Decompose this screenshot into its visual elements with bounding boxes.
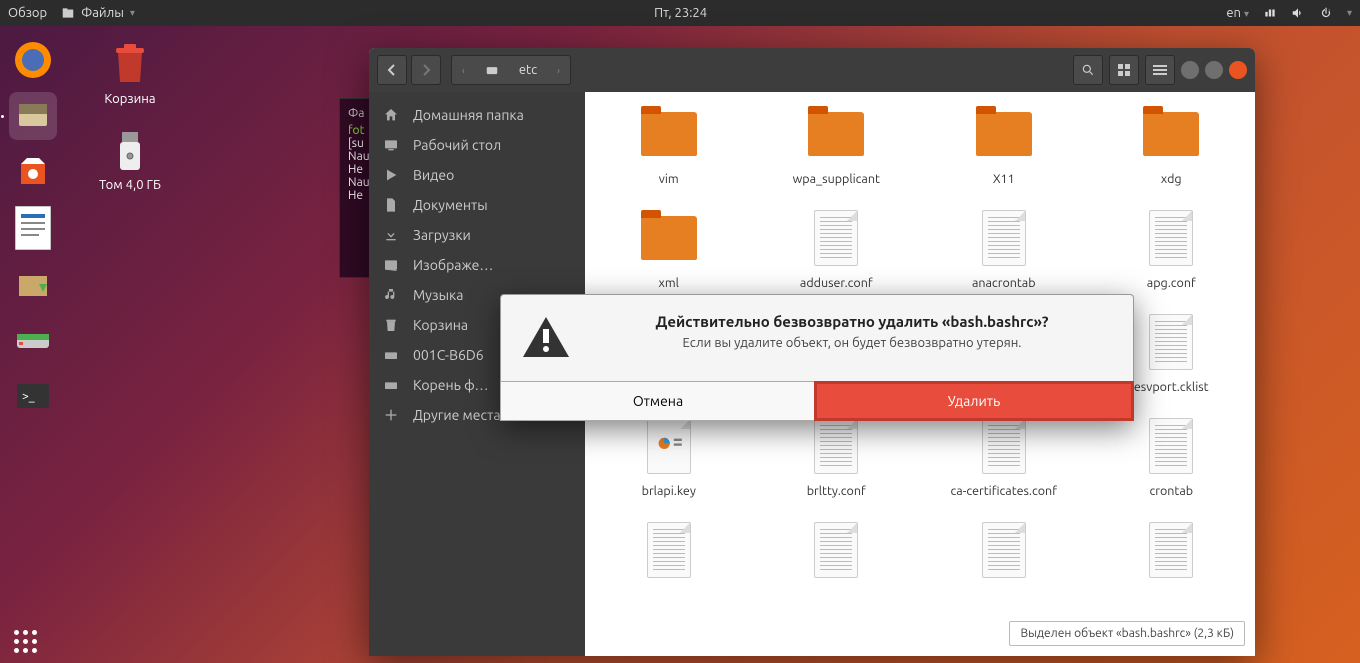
file-label: vim bbox=[605, 172, 733, 186]
file-item[interactable]: X11 bbox=[940, 102, 1068, 186]
root-icon bbox=[383, 377, 399, 393]
home-icon bbox=[383, 107, 399, 123]
sidebar-item-label: Домашняя папка bbox=[413, 107, 524, 123]
music-icon bbox=[383, 287, 399, 303]
sidebar-item-label: Рабочий стол bbox=[413, 137, 501, 153]
file-item[interactable] bbox=[605, 518, 733, 588]
cancel-button[interactable]: Отмена bbox=[500, 381, 816, 421]
status-bar: Выделен объект «bash.bashrc» (2,3 кБ) bbox=[1009, 621, 1245, 646]
trash-icon bbox=[383, 317, 399, 333]
back-button[interactable] bbox=[377, 55, 407, 85]
delete-confirm-dialog: Действительно безвозвратно удалить «bash… bbox=[500, 294, 1134, 421]
file-label: wpa_supplicant bbox=[773, 172, 901, 186]
sidebar-item-label: 001C-B6D6 bbox=[413, 347, 484, 363]
file-label: adduser.conf bbox=[773, 276, 901, 290]
sidebar-item-label: Загрузки bbox=[413, 227, 471, 243]
forward-button[interactable] bbox=[411, 55, 441, 85]
sidebar-item-label: Музыка bbox=[413, 287, 463, 303]
file-item[interactable]: anacrontab bbox=[940, 206, 1068, 290]
drive-icon bbox=[383, 347, 399, 363]
headerbar: ‹ etc › bbox=[369, 48, 1255, 92]
sidebar-item-label: Корень ф… bbox=[413, 377, 489, 393]
close-button[interactable] bbox=[1229, 61, 1247, 79]
warning-icon bbox=[521, 313, 571, 363]
desktop-icon bbox=[383, 137, 399, 153]
sidebar-item-label: Видео bbox=[413, 167, 454, 183]
input-language[interactable]: en ▾ bbox=[1226, 6, 1249, 20]
launcher-files[interactable] bbox=[9, 92, 57, 140]
sidebar-item-desktop[interactable]: Рабочий стол bbox=[369, 130, 585, 160]
file-label: X11 bbox=[940, 172, 1068, 186]
dialog-message: Если вы удалите объект, он будет безвозв… bbox=[591, 336, 1113, 350]
path-bar[interactable]: ‹ etc › bbox=[451, 55, 571, 85]
sidebar-item-documents[interactable]: Документы bbox=[369, 190, 585, 220]
launcher-dock: >_ bbox=[0, 26, 66, 663]
file-item[interactable]: apg.conf bbox=[1108, 206, 1236, 290]
sidebar-item-video[interactable]: Видео bbox=[369, 160, 585, 190]
drive-icon bbox=[485, 63, 499, 77]
desktop-icons: Корзина Том 4,0 ГБ bbox=[85, 40, 175, 192]
launcher-disks[interactable] bbox=[9, 316, 57, 364]
launcher-firefox[interactable] bbox=[9, 36, 57, 84]
file-item[interactable]: wpa_supplicant bbox=[773, 102, 901, 186]
pictures-icon bbox=[383, 257, 399, 273]
other-icon bbox=[383, 407, 399, 423]
file-item[interactable] bbox=[940, 518, 1068, 588]
path-segment: etc bbox=[509, 56, 547, 84]
file-item[interactable]: vim bbox=[605, 102, 733, 186]
sidebar-item-home[interactable]: Домашняя папка bbox=[369, 100, 585, 130]
delete-button[interactable]: Удалить bbox=[814, 381, 1134, 421]
top-panel: Обзор Файлы ▾ Пт, 23:24 en ▾ ▾ bbox=[0, 0, 1360, 26]
file-item[interactable]: xml bbox=[605, 206, 733, 290]
svg-text:>_: >_ bbox=[22, 390, 35, 403]
volume-icon[interactable] bbox=[1291, 6, 1305, 20]
search-button[interactable] bbox=[1073, 55, 1103, 85]
sidebar-item-label: Другие места bbox=[413, 407, 501, 423]
power-icon[interactable] bbox=[1319, 6, 1333, 20]
clock[interactable]: Пт, 23:24 bbox=[135, 6, 1226, 20]
file-item[interactable]: ca-certificates.conf bbox=[940, 414, 1068, 498]
show-applications-button[interactable] bbox=[14, 630, 37, 653]
file-label: brltty.conf bbox=[773, 484, 901, 498]
file-item[interactable]: adduser.conf bbox=[773, 206, 901, 290]
file-item[interactable]: xdg bbox=[1108, 102, 1236, 186]
video-icon bbox=[383, 167, 399, 183]
files-icon bbox=[61, 6, 75, 20]
file-label: xdg bbox=[1108, 172, 1236, 186]
network-icon[interactable] bbox=[1263, 6, 1277, 20]
view-toggle-button[interactable] bbox=[1109, 55, 1139, 85]
sidebar-item-label: Корзина bbox=[413, 317, 468, 333]
sidebar-item-label: Документы bbox=[413, 197, 488, 213]
file-item[interactable]: brlapi.key bbox=[605, 414, 733, 498]
file-item[interactable]: crontab bbox=[1108, 414, 1236, 498]
file-label: apg.conf bbox=[1108, 276, 1236, 290]
file-label: crontab bbox=[1108, 484, 1236, 498]
file-item[interactable]: brltty.conf bbox=[773, 414, 901, 498]
file-label: anacrontab bbox=[940, 276, 1068, 290]
file-label: ca-certificates.conf bbox=[940, 484, 1068, 498]
sidebar-item-downloads[interactable]: Загрузки bbox=[369, 220, 585, 250]
desktop-usb-drive[interactable]: Том 4,0 ГБ bbox=[85, 126, 175, 192]
sidebar-item-label: Изображе… bbox=[413, 257, 493, 273]
sidebar-item-pictures[interactable]: Изображе… bbox=[369, 250, 585, 280]
documents-icon bbox=[383, 197, 399, 213]
activities-button[interactable]: Обзор bbox=[8, 6, 47, 20]
launcher-software[interactable] bbox=[9, 148, 57, 196]
file-item[interactable] bbox=[773, 518, 901, 588]
dialog-title: Действительно безвозвратно удалить «bash… bbox=[591, 313, 1113, 330]
desktop-trash[interactable]: Корзина bbox=[85, 40, 175, 106]
system-menu-chevron-icon[interactable]: ▾ bbox=[1347, 7, 1352, 19]
file-item[interactable] bbox=[1108, 518, 1236, 588]
launcher-terminal[interactable]: >_ bbox=[9, 372, 57, 420]
file-label: brlapi.key bbox=[605, 484, 733, 498]
maximize-button[interactable] bbox=[1205, 61, 1223, 79]
launcher-package[interactable] bbox=[9, 260, 57, 308]
files-app-menu[interactable]: Файлы ▾ bbox=[61, 6, 135, 20]
launcher-writer[interactable] bbox=[9, 204, 57, 252]
minimize-button[interactable] bbox=[1181, 61, 1199, 79]
hamburger-menu-button[interactable] bbox=[1145, 55, 1175, 85]
downloads-icon bbox=[383, 227, 399, 243]
file-label: xml bbox=[605, 276, 733, 290]
